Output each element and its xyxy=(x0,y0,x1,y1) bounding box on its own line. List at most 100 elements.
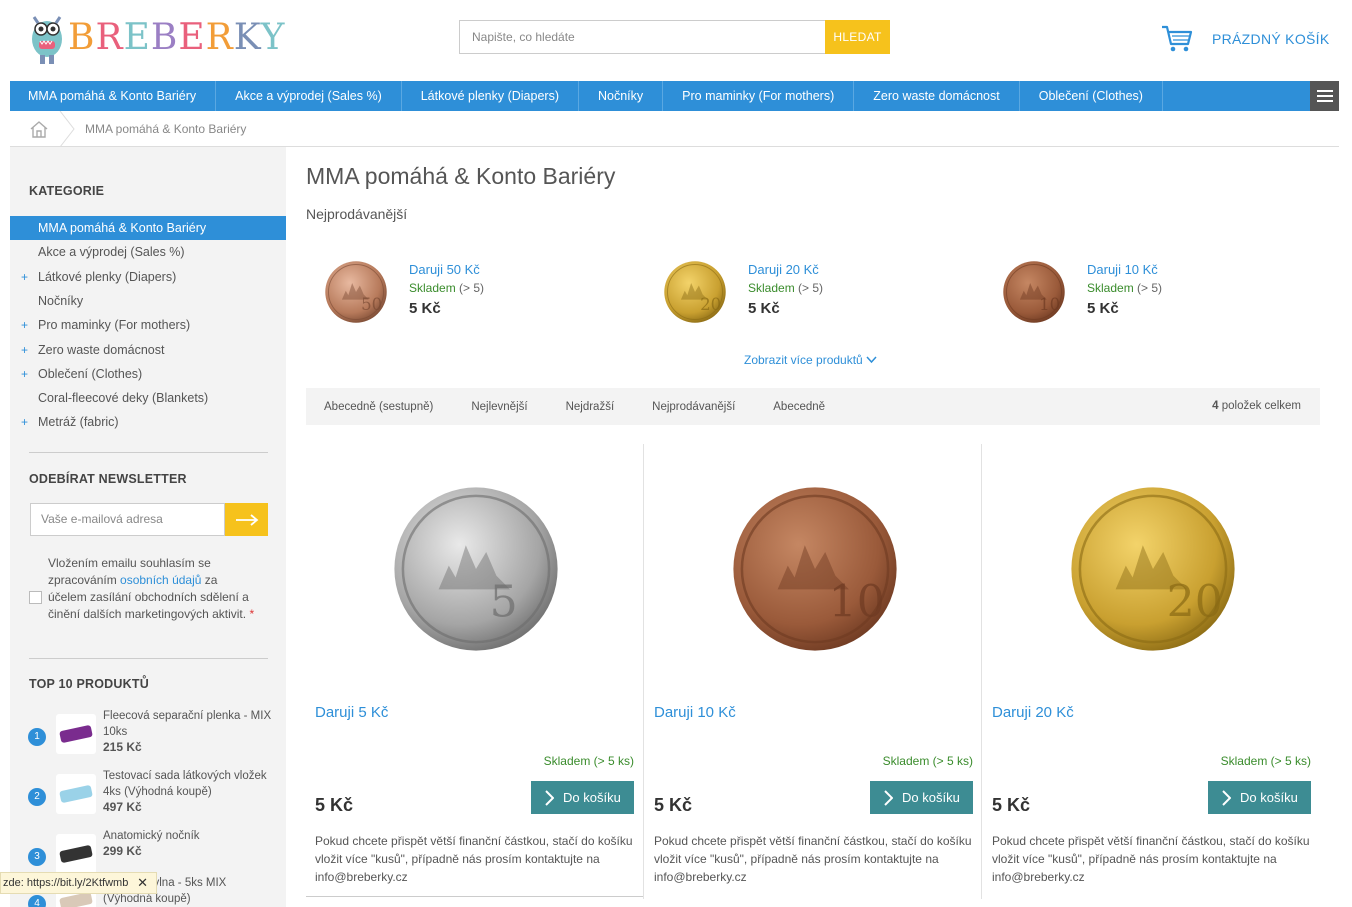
bestseller-item[interactable]: 10 Daruji 10 Kč Skladem (> 5) 5 Kč xyxy=(984,260,1284,340)
cart-icon xyxy=(1162,25,1193,52)
category-item[interactable]: + Pro maminky (For mothers) xyxy=(10,313,286,337)
expand-icon[interactable]: + xyxy=(21,265,28,289)
cart-label: PRÁZDNÝ KOŠÍK xyxy=(1212,31,1330,47)
card-divider xyxy=(643,444,644,899)
nav-item[interactable]: Zero waste domácnost xyxy=(854,81,1020,111)
product-image[interactable]: 10 xyxy=(730,484,900,654)
card-divider xyxy=(981,444,982,899)
chevron-right-icon xyxy=(1222,789,1231,806)
product-price: 5 Kč xyxy=(992,795,1031,815)
product-description: Pokud chcete přispět větší finanční část… xyxy=(654,834,972,884)
rank-badge: 3 xyxy=(28,848,46,866)
stock-count: (> 5) xyxy=(798,281,824,295)
sort-option[interactable]: Nejlevnější xyxy=(471,401,527,413)
search-input[interactable] xyxy=(459,20,825,54)
category-item[interactable]: + Metráž (fabric) xyxy=(10,410,286,434)
bestseller-name[interactable]: Daruji 10 Kč xyxy=(1087,262,1158,277)
sort-option[interactable]: Nejdražší xyxy=(566,401,615,413)
product-price: 5 Kč xyxy=(315,795,354,815)
coin-image[interactable]: 20 xyxy=(663,260,727,324)
category-item[interactable]: Akce a výprodej (Sales %) xyxy=(10,240,286,264)
stock-status: Skladem (> 5) xyxy=(748,281,823,295)
category-item[interactable]: Nočníky xyxy=(10,289,286,313)
stock-label: Skladem xyxy=(1087,281,1134,295)
category-label: Zero waste domácnost xyxy=(38,342,165,357)
consent-checkbox[interactable] xyxy=(29,591,42,604)
category-label: Pro maminky (For mothers) xyxy=(38,318,191,333)
sort-bar: Abecedně (sestupně) Nejlevnější Nejdražší N… xyxy=(306,388,1320,425)
product-image[interactable]: 5 xyxy=(391,484,561,654)
nav-item[interactable]: Pro maminky (For mothers) xyxy=(663,81,855,111)
newsletter-email-input[interactable]: Vaše e-mailová adresa xyxy=(30,503,225,536)
svg-text:10: 10 xyxy=(1039,295,1060,314)
category-item[interactable]: MMA pomáhá & Konto Bariéry xyxy=(10,216,286,240)
cart[interactable]: PRÁZDNÝ KOŠÍK xyxy=(1160,24,1329,54)
top-product-name: Fleecová separační plenka - MIX 10ks xyxy=(103,710,272,738)
product-name[interactable]: Daruji 20 Kč xyxy=(992,704,1074,721)
category-label: Látkové plenky (Diapers) xyxy=(38,269,177,284)
required-mark: * xyxy=(249,607,255,621)
expand-icon[interactable]: + xyxy=(21,410,28,434)
expand-icon[interactable]: + xyxy=(21,362,28,386)
chevron-right-icon xyxy=(884,789,893,806)
svg-text:10: 10 xyxy=(829,577,885,628)
logo[interactable]: BREBERKY xyxy=(28,6,284,68)
add-to-cart-button[interactable]: Do košíku xyxy=(1208,781,1311,814)
chevron-down-icon xyxy=(866,356,877,364)
logo-text: BREBERKY xyxy=(68,16,286,58)
product-name[interactable]: Daruji 10 Kč xyxy=(654,704,736,721)
nav-item[interactable]: Oblečení (Clothes) xyxy=(1020,81,1163,111)
product-thumbnail xyxy=(56,714,96,754)
top-product-item[interactable]: 1 Fleecová separační plenka - MIX 10ks 215… xyxy=(28,708,278,764)
bestseller-price: 5 Kč xyxy=(1087,300,1119,317)
privacy-link[interactable]: osobních údajů xyxy=(120,573,201,587)
sort-option[interactable]: Abecedně (sestupně) xyxy=(324,401,433,413)
category-item[interactable]: + Látkové plenky (Diapers) xyxy=(10,265,286,289)
nav-item[interactable]: Látkové plenky (Diapers) xyxy=(402,81,579,111)
svg-text:5: 5 xyxy=(490,577,518,628)
product-price: 5 Kč xyxy=(654,795,693,815)
bestseller-name[interactable]: Daruji 50 Kč xyxy=(409,262,480,277)
nav-item[interactable]: Akce a výprodej (Sales %) xyxy=(216,81,402,111)
sort-option[interactable]: Nejprodávanější xyxy=(652,401,735,413)
expand-icon[interactable]: + xyxy=(21,338,28,362)
svg-text:20: 20 xyxy=(1167,577,1223,628)
status-url: zde: https://bit.ly/2Ktfwmb xyxy=(3,877,129,889)
close-icon[interactable]: ✕ xyxy=(137,873,148,893)
newsletter-submit-button[interactable] xyxy=(225,503,268,536)
bestseller-item[interactable]: 50 Daruji 50 Kč Skladem (> 5) 5 Kč xyxy=(306,260,606,340)
top-product-name: Anatomický nočník xyxy=(103,830,200,842)
category-item[interactable]: Coral-fleecové deky (Blankets) xyxy=(10,386,286,410)
bestsellers-title: Nejprodávanější xyxy=(306,206,408,222)
search-button[interactable]: HLEDAT xyxy=(825,20,890,54)
product-thumbnail xyxy=(56,774,96,814)
expand-icon[interactable]: + xyxy=(21,313,28,337)
monster-logo-icon xyxy=(32,16,62,64)
category-label: Metráž (fabric) xyxy=(38,415,119,430)
category-label: Nočníky xyxy=(38,293,84,308)
menu-icon[interactable] xyxy=(1310,81,1339,111)
category-label: Akce a výprodej (Sales %) xyxy=(38,245,185,260)
divider xyxy=(29,452,268,453)
stock-count: (> 5) xyxy=(1137,281,1163,295)
top-product-item[interactable]: 2 Testovací sada látkových vložek 4ks (Vý… xyxy=(28,768,278,824)
category-item[interactable]: + Oblečení (Clothes) xyxy=(10,362,286,386)
nav-item[interactable]: MMA pomáhá & Konto Bariéry xyxy=(10,81,217,111)
product-name[interactable]: Daruji 5 Kč xyxy=(315,704,388,721)
divider xyxy=(29,658,268,659)
nav-item[interactable]: Nočníky xyxy=(579,81,664,111)
bestseller-item[interactable]: 20 Daruji 20 Kč Skladem (> 5) 5 Kč xyxy=(645,260,945,340)
add-to-cart-button[interactable]: Do košíku xyxy=(531,781,634,814)
coin-image[interactable]: 50 xyxy=(324,260,388,324)
total-count-label: položek celkem xyxy=(1218,400,1301,412)
rank-badge: 1 xyxy=(28,728,46,746)
coin-image[interactable]: 10 xyxy=(1002,260,1066,324)
stock-label: Skladem xyxy=(748,281,795,295)
top-product-name: Testovací sada látkových vložek 4ks (Výh… xyxy=(103,770,267,798)
category-item[interactable]: + Zero waste domácnost xyxy=(10,338,286,362)
product-image[interactable]: 20 xyxy=(1068,484,1238,654)
bestseller-name[interactable]: Daruji 20 Kč xyxy=(748,262,819,277)
show-more-link[interactable]: Zobrazit více produktů xyxy=(744,353,877,367)
add-to-cart-button[interactable]: Do košíku xyxy=(870,781,973,814)
sort-option[interactable]: Abecedně xyxy=(773,401,825,413)
